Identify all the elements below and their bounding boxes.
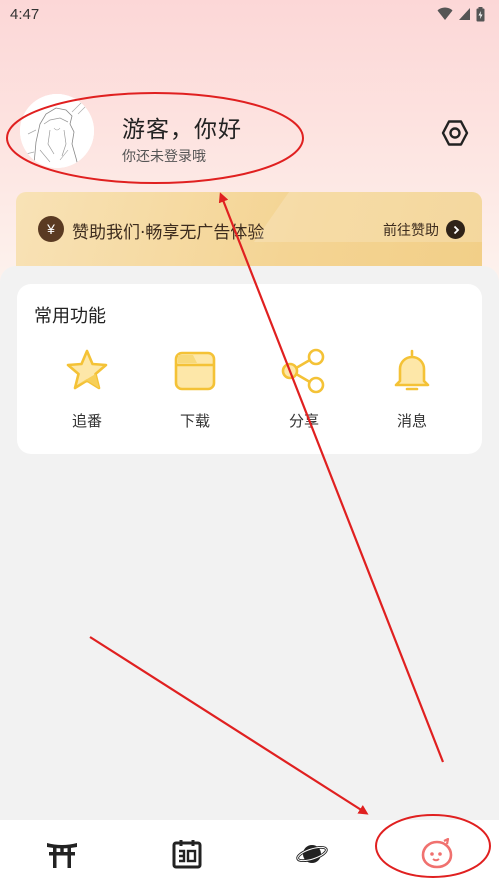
planet-icon xyxy=(296,844,328,863)
features-card: 常用功能 追番 下载 分享 消息 xyxy=(17,284,482,454)
star-icon xyxy=(62,346,112,396)
user-greeting[interactable]: 游客，你好 xyxy=(122,110,242,144)
sponsor-text: 赞助我们·畅享无广告体验 xyxy=(72,223,265,243)
bottom-nav xyxy=(0,820,499,887)
status-time: 4:47 xyxy=(10,5,40,23)
hexagon-settings-icon xyxy=(441,120,469,146)
battery-icon xyxy=(476,6,485,21)
nav-schedule[interactable] xyxy=(125,820,250,887)
share-icon xyxy=(279,346,329,396)
features-title: 常用功能 xyxy=(34,306,106,327)
feature-follow[interactable]: 追番 xyxy=(42,346,132,436)
yen-badge-icon: ¥ xyxy=(38,216,64,242)
wifi-icon xyxy=(437,7,453,20)
settings-button[interactable] xyxy=(438,116,472,150)
signal-icon xyxy=(459,8,470,20)
nav-home[interactable] xyxy=(0,820,125,887)
sponsor-banner[interactable]: ¥ 赞助我们·畅享无广告体验 前往赞助 xyxy=(16,192,482,268)
nav-profile[interactable] xyxy=(374,820,499,887)
nav-discover[interactable] xyxy=(250,820,375,887)
feature-label: 追番 xyxy=(71,412,102,430)
feature-label: 分享 xyxy=(288,412,319,430)
folder-icon xyxy=(170,346,220,396)
feature-label: 下载 xyxy=(179,412,210,430)
feature-share[interactable]: 分享 xyxy=(259,346,349,436)
calendar-icon xyxy=(172,839,202,868)
login-hint[interactable]: 你还未登录哦 xyxy=(122,146,206,166)
mascot-face-icon xyxy=(421,837,452,868)
feature-label: 消息 xyxy=(396,412,427,430)
avatar[interactable] xyxy=(20,94,94,168)
feature-download[interactable]: 下载 xyxy=(150,346,240,436)
feature-messages[interactable]: 消息 xyxy=(367,346,457,436)
status-bar: 4:47 xyxy=(0,0,499,28)
sketch-avatar-image xyxy=(20,94,94,168)
bell-icon xyxy=(387,346,437,396)
go-sponsor-link[interactable]: 前往赞助 xyxy=(383,220,439,240)
chevron-right-icon[interactable] xyxy=(446,220,465,239)
torii-gate-icon xyxy=(47,842,78,868)
